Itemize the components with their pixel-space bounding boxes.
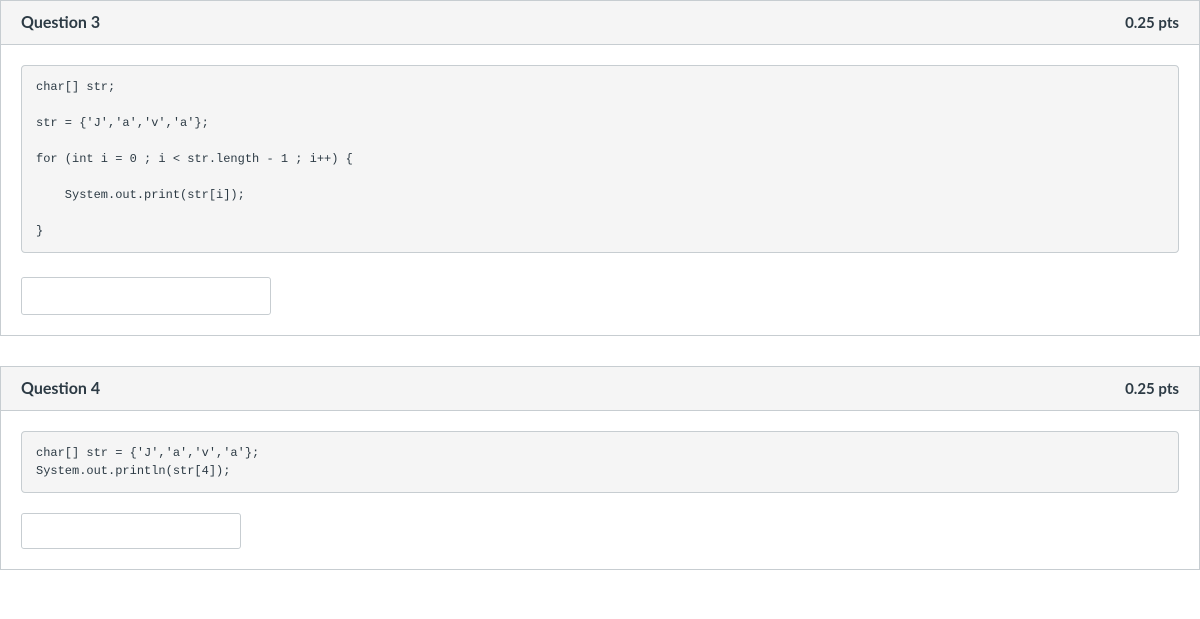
question-header: Question 4 0.25 pts	[1, 367, 1199, 411]
code-block: char[] str = {'J','a','v','a'}; System.o…	[21, 431, 1179, 493]
code-block: char[] str; str = {'J','a','v','a'}; for…	[21, 65, 1179, 253]
question-points: 0.25 pts	[1125, 14, 1179, 32]
question-points: 0.25 pts	[1125, 380, 1179, 398]
answer-input[interactable]	[21, 513, 241, 549]
answer-input[interactable]	[21, 277, 271, 315]
question-title: Question 3	[21, 13, 100, 32]
question-body: char[] str; str = {'J','a','v','a'}; for…	[1, 45, 1199, 335]
question-title: Question 4	[21, 379, 100, 398]
question-block-4: Question 4 0.25 pts char[] str = {'J','a…	[0, 366, 1200, 570]
question-header: Question 3 0.25 pts	[1, 1, 1199, 45]
question-block-3: Question 3 0.25 pts char[] str; str = {'…	[0, 0, 1200, 336]
question-body: char[] str = {'J','a','v','a'}; System.o…	[1, 411, 1199, 569]
